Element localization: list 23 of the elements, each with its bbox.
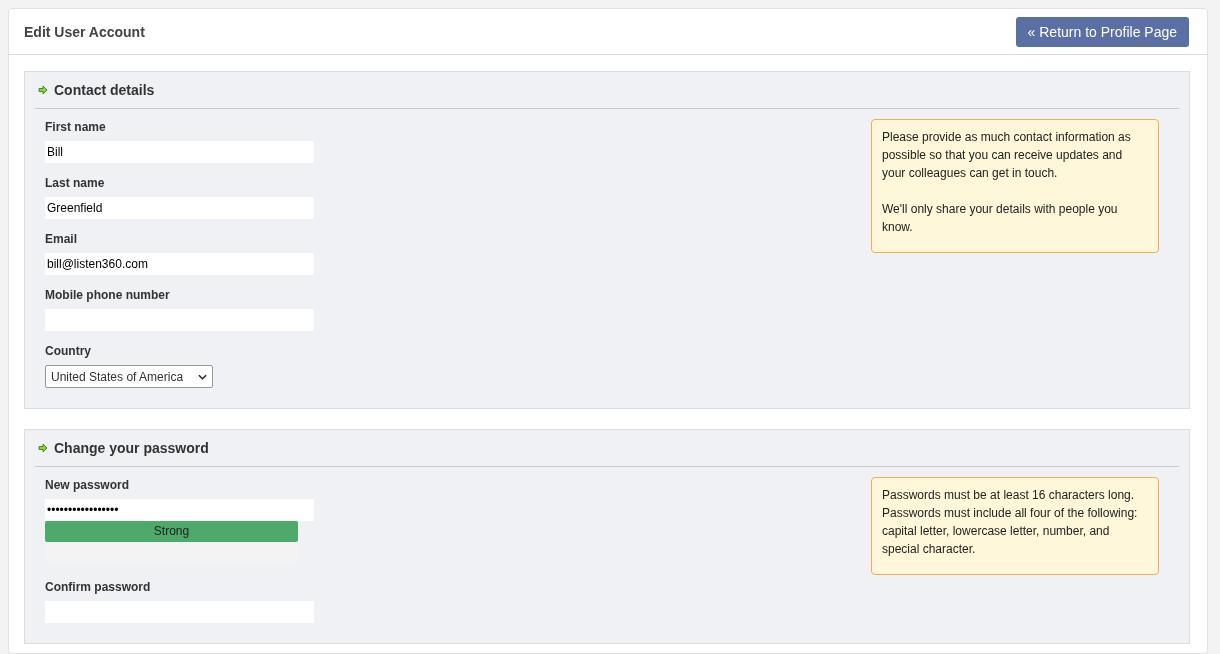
field-label: First name — [45, 120, 107, 134]
arrow-icon — [38, 443, 48, 453]
info-text: We'll only share your details with people you know. — [882, 201, 1119, 236]
input-field[interactable]: bill@listen360.com — [45, 253, 314, 275]
field-label: Country — [45, 344, 92, 358]
field-label: Email — [45, 232, 78, 246]
input-field[interactable]: Bill — [45, 141, 314, 163]
section-title: Contact details — [54, 82, 155, 98]
info-text: Please provide as much contact information as possible so that you can receive updates and your colleagues can get in touch. — [882, 129, 1132, 182]
country-dropdown[interactable]: United States of America — [45, 365, 213, 388]
password-field[interactable]: ••••••••••••••••• — [45, 499, 314, 521]
input-field[interactable]: Greenfield — [45, 197, 314, 219]
strength-bar: Strong — [45, 521, 298, 542]
field-label: Confirm password — [45, 580, 152, 594]
caret-icon — [198, 373, 207, 380]
arrow-icon — [38, 85, 48, 95]
return-button[interactable]: « Return to Profile Page — [1015, 16, 1189, 47]
section-title: Change your password — [54, 440, 209, 456]
info-text: Passwords must be at least 16 characters long. Passwords must include all four of the following: capital letter, lowercase letter, number, and special character. — [882, 487, 1139, 558]
page-title: Edit User Account — [24, 23, 145, 40]
field-label: Last name — [45, 176, 106, 190]
field-label: Mobile phone number — [45, 288, 171, 302]
field-label: New password — [45, 478, 131, 492]
